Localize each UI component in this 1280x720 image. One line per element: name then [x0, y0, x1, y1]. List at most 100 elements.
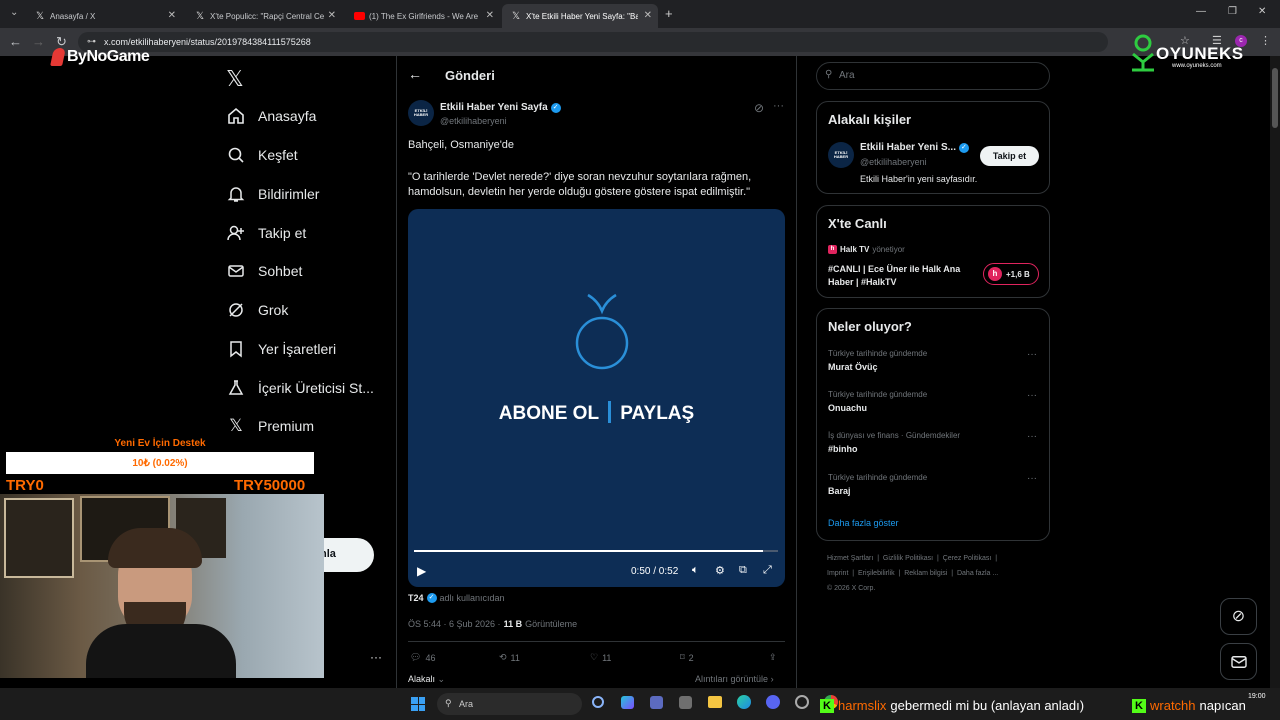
- trend-context: İş dünyası ve finans · Gündemdekiler: [828, 431, 961, 440]
- messages-float-button[interactable]: [1220, 643, 1257, 680]
- discord-icon[interactable]: [766, 695, 780, 709]
- taskview-icon[interactable]: [592, 696, 604, 708]
- fullscreen-icon[interactable]: ⤢: [763, 564, 772, 577]
- live-listeners-badge[interactable]: h +1,6 B: [983, 263, 1039, 285]
- views-count: 11 B: [503, 619, 523, 629]
- teams-icon[interactable]: [650, 696, 663, 709]
- close-tab-icon[interactable]: ✕: [486, 10, 494, 21]
- pip-icon[interactable]: ⧉: [739, 564, 747, 577]
- address-bar[interactable]: ⊶ x.com/etkilihaberyeni/status/201978438…: [78, 32, 1108, 52]
- trend-item[interactable]: İş dünyası ve finans · Gündemdekiler #bi…: [828, 431, 1038, 454]
- copilot-icon[interactable]: [621, 696, 634, 709]
- bookmark-button[interactable]: ⌑ 2: [680, 652, 694, 663]
- footer-link[interactable]: Reklam bilgisi: [904, 570, 947, 577]
- scrollbar-thumb[interactable]: [1272, 68, 1278, 128]
- video-player[interactable]: ABONE OL PAYLAŞ ▶ 0:50 / 0:52 🔈︎ ⚙ ⧉ ⤢: [408, 209, 785, 587]
- footer-link[interactable]: Daha fazla ...: [957, 570, 998, 577]
- minimize-icon[interactable]: —: [1196, 6, 1206, 17]
- live-title: X'te Canlı: [828, 216, 887, 231]
- store-icon[interactable]: [679, 696, 692, 709]
- post-more-icon[interactable]: ···: [773, 100, 784, 112]
- taskbar-search[interactable]: ⚲ Ara: [437, 693, 582, 715]
- site-info-icon[interactable]: ⊶: [87, 36, 96, 47]
- trend-more-icon[interactable]: ···: [1027, 390, 1037, 401]
- trend-item[interactable]: Türkiye tarihinde gündemde Onuachu: [828, 390, 1038, 413]
- live-text[interactable]: #CANLI | Ece Üner ile Halk Ana Haber | #…: [828, 263, 968, 289]
- footer-link[interactable]: Gizlilik Politikası: [883, 555, 933, 562]
- related-name-row[interactable]: Etkili Haber Yeni S... ✓: [860, 142, 969, 153]
- back-arrow-icon[interactable]: ←: [408, 66, 422, 82]
- nav-item-creator-studio[interactable]: İçerik Üreticisi St...: [226, 373, 374, 403]
- settings-gear-icon[interactable]: ⚙: [715, 564, 725, 577]
- browser-tab-active[interactable]: 𝕏 X'te Etkili Haber Yeni Sayfa: "Ba ✕: [502, 4, 658, 28]
- menu-dots-icon[interactable]: ⋮: [1260, 34, 1271, 47]
- author-name-row[interactable]: Etkili Haber Yeni Sayfa ✓: [440, 102, 561, 113]
- page-scrollbar[interactable]: [1270, 56, 1280, 688]
- browser-tab[interactable]: 𝕏 X'te Populicc: "Rapçi Central Ce ✕: [186, 4, 342, 28]
- nav-item-notifications[interactable]: Bildirimler: [226, 179, 319, 209]
- like-button[interactable]: ♡ 11: [590, 652, 611, 663]
- author-handle[interactable]: @etkilihaberyeni: [440, 116, 507, 126]
- maximize-icon[interactable]: ❐: [1228, 6, 1237, 17]
- trend-more-icon[interactable]: ···: [1027, 349, 1037, 360]
- nav-item-explore[interactable]: Keşfet: [226, 140, 298, 170]
- browser-tab[interactable]: 𝕏 Anasayfa / X ✕: [26, 4, 182, 28]
- file-explorer-icon[interactable]: [708, 696, 722, 708]
- close-tab-icon[interactable]: ✕: [328, 10, 336, 21]
- nav-item-grok[interactable]: Grok: [226, 295, 288, 325]
- account-more-icon[interactable]: ···: [370, 650, 382, 664]
- trend-more-icon[interactable]: ···: [1027, 431, 1037, 442]
- like-count: 11: [602, 652, 612, 663]
- tab-title: Anasayfa / X: [50, 11, 96, 21]
- grok-float-button[interactable]: ⊘: [1220, 598, 1257, 635]
- source-name[interactable]: T24: [408, 593, 424, 603]
- nav-item-follow[interactable]: Takip et: [226, 218, 306, 248]
- x-logo-icon[interactable]: 𝕏: [226, 66, 244, 92]
- taskbar-clock[interactable]: 19:00: [1248, 693, 1266, 700]
- follow-button[interactable]: Takip et: [980, 146, 1039, 166]
- play-icon[interactable]: ▶: [417, 564, 426, 578]
- author-name[interactable]: Etkili Haber Yeni Sayfa: [440, 102, 548, 113]
- repost-button[interactable]: ⟲ 11: [499, 652, 520, 663]
- tab-search-icon[interactable]: ⌄: [10, 7, 18, 18]
- post-timestamp[interactable]: ÖS 5:44 · 6 Şub 2026 ·: [408, 619, 501, 629]
- close-window-icon[interactable]: ✕: [1258, 6, 1266, 17]
- volume-icon[interactable]: 🔈︎: [692, 564, 699, 577]
- close-tab-icon[interactable]: ✕: [168, 10, 176, 21]
- trend-item[interactable]: Türkiye tarihinde gündemde Murat Övüç: [828, 349, 1038, 372]
- footer-link[interactable]: Çerez Politikası: [943, 555, 992, 562]
- live-channel-row[interactable]: h Halk TV yönetiyor: [828, 245, 905, 254]
- new-tab-icon[interactable]: +: [665, 6, 673, 21]
- related-avatar[interactable]: ETKİLİ HABER: [828, 142, 854, 168]
- windows-start-icon[interactable]: [411, 697, 425, 711]
- footer-link[interactable]: Erişilebilirlik: [858, 570, 895, 577]
- grok-explain-icon[interactable]: ⊘: [754, 101, 764, 115]
- nav-item-home[interactable]: Anasayfa: [226, 101, 316, 131]
- back-icon[interactable]: ←: [9, 34, 22, 49]
- search-input[interactable]: ⚲ Ara: [816, 62, 1050, 90]
- video-progress-track[interactable]: [414, 550, 778, 552]
- trend-item[interactable]: Türkiye tarihinde gündemde Baraj: [828, 473, 1038, 496]
- edge-icon[interactable]: [737, 695, 751, 709]
- sort-dropdown[interactable]: Alakalı ⌄: [408, 674, 445, 685]
- post-text-quote: "O tarihlerde 'Devlet nerede?' diye sora…: [408, 171, 752, 198]
- app-icon[interactable]: [795, 695, 809, 709]
- forward-icon[interactable]: →: [32, 34, 45, 49]
- view-quotes-link[interactable]: Alıntıları görüntüle ›: [695, 674, 774, 684]
- footer-link[interactable]: Hizmet Şartları: [827, 555, 873, 562]
- bookmark-icon: ⌑: [680, 652, 685, 662]
- author-avatar[interactable]: ETKİLİ HABER: [408, 100, 434, 126]
- nav-label: Keşfet: [258, 147, 298, 163]
- related-bio: Etkili Haber'in yeni sayfasıdır.: [860, 174, 978, 184]
- close-tab-icon[interactable]: ✕: [644, 10, 652, 21]
- reply-button[interactable]: 💬︎ 46: [410, 652, 435, 663]
- footer-link[interactable]: Imprint: [827, 570, 848, 577]
- browser-tab[interactable]: (1) The Ex Girlfriends - We Are ✕: [344, 4, 500, 28]
- post-text-line: Bahçeli, Osmaniye'de: [408, 139, 515, 151]
- show-more-link[interactable]: Daha fazla göster: [828, 518, 899, 528]
- nav-item-chat[interactable]: Sohbet: [226, 256, 302, 286]
- nav-label: Grok: [258, 302, 289, 318]
- nav-item-bookmarks[interactable]: Yer İşaretleri: [226, 334, 336, 364]
- trend-more-icon[interactable]: ···: [1027, 473, 1037, 484]
- share-icon[interactable]: ⇪: [769, 652, 777, 663]
